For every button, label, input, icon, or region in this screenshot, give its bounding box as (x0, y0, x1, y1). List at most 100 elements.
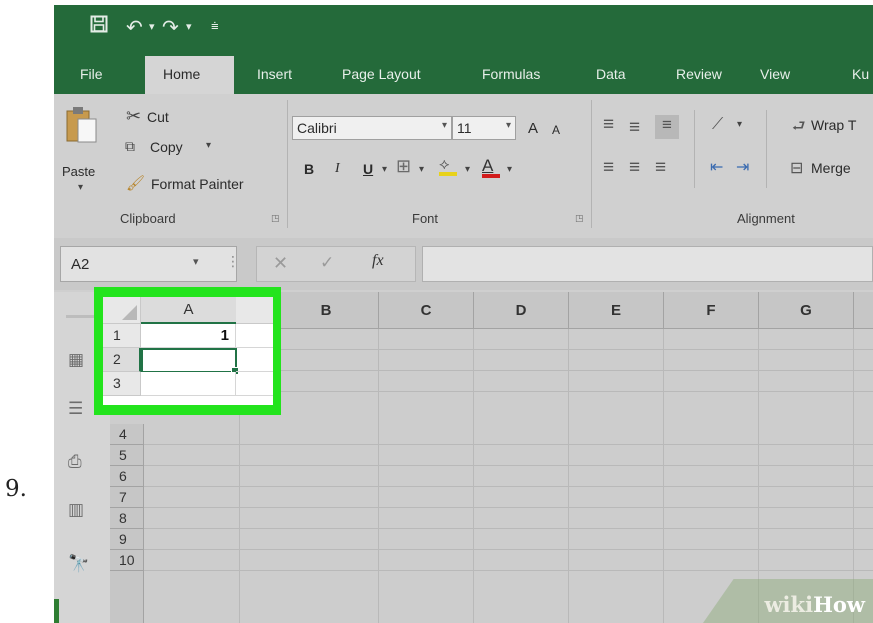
table-icon[interactable]: ▦ (68, 350, 84, 370)
tab-insert[interactable]: Insert (257, 66, 292, 82)
row-header-2[interactable]: 2 (103, 348, 141, 372)
row-header-4[interactable]: 4 (110, 424, 144, 445)
column-header-a[interactable]: A (141, 297, 236, 324)
merge-center-button[interactable]: Merge (811, 160, 851, 176)
cell-b3[interactable] (236, 372, 273, 396)
increase-font-button[interactable]: A (528, 120, 538, 137)
format-painter-icon[interactable]: 🖌 (126, 174, 145, 192)
column-header-c[interactable]: C (379, 292, 474, 329)
row-header-10[interactable]: 10 (110, 550, 144, 571)
list-icon[interactable]: ☰ (68, 399, 83, 419)
tab-data[interactable]: Data (596, 66, 626, 82)
borders-dropdown-icon[interactable]: ▾ (419, 164, 424, 175)
column-header-b[interactable]: B (274, 292, 379, 329)
borders-icon[interactable]: ⊞ (396, 156, 411, 177)
column-header-d[interactable]: D (474, 292, 569, 329)
select-all-corner[interactable] (103, 297, 141, 324)
decrease-font-button[interactable]: A (552, 123, 560, 137)
increase-indent-icon[interactable]: ⇥ (736, 157, 749, 177)
tab-home[interactable]: Home (145, 56, 234, 94)
name-box-dropdown-icon[interactable]: ▾ (193, 255, 199, 268)
font-color-icon[interactable]: A (482, 156, 500, 178)
row-header-filler (110, 571, 144, 623)
tab-ku[interactable]: Ku (852, 66, 869, 82)
font-name-value: Calibri (297, 120, 337, 136)
copy-icon[interactable]: ⧉ (125, 138, 135, 155)
redo-dropdown-icon[interactable]: ▾ (186, 20, 192, 33)
clipboard-launcher-icon[interactable]: ◳ (271, 214, 280, 224)
row-header-1[interactable]: 1 (103, 324, 141, 348)
cell-b1[interactable] (236, 324, 273, 348)
insert-function-icon[interactable]: fx (372, 252, 384, 270)
font-size-select[interactable]: 11 ▾ (452, 116, 516, 140)
align-top-icon[interactable]: ≡ (603, 114, 614, 136)
column-header-g[interactable]: G (759, 292, 854, 329)
formula-input[interactable] (422, 246, 873, 282)
status-accent-bar (54, 599, 59, 623)
underline-button[interactable]: U (363, 161, 373, 177)
row-header-5[interactable]: 5 (110, 445, 144, 466)
align-right-icon[interactable]: ≡ (655, 157, 666, 179)
cell-a3[interactable] (141, 372, 236, 396)
wrap-text-button[interactable]: Wrap T (811, 117, 856, 133)
cell-b2[interactable] (236, 348, 273, 372)
paste-icon[interactable] (66, 106, 98, 144)
fill-color-icon[interactable]: ⟡ (439, 156, 457, 176)
print-icon[interactable]: ⎙ (68, 452, 82, 472)
row-header-6[interactable]: 6 (110, 466, 144, 487)
save-icon[interactable] (90, 15, 108, 38)
gridline (853, 329, 854, 623)
tab-page-layout[interactable]: Page Layout (342, 66, 421, 82)
align-center-icon[interactable]: ≡ (629, 157, 640, 179)
row-header-9[interactable]: 9 (110, 529, 144, 550)
wrap-text-icon[interactable]: ⮐ (792, 116, 806, 141)
name-box[interactable]: A2 ▾ ⋮ (60, 246, 240, 282)
undo-icon[interactable]: ↶ (126, 15, 143, 39)
undo-dropdown-icon[interactable]: ▾ (149, 20, 155, 33)
redo-icon[interactable]: ↷ (162, 15, 179, 39)
enter-entry-icon[interactable]: ✓ (320, 253, 334, 273)
tab-review[interactable]: Review (676, 66, 722, 82)
alignment-group-label: Alignment (737, 211, 795, 226)
row-header-8[interactable]: 8 (110, 508, 144, 529)
cell-a1[interactable]: 1 (141, 324, 236, 348)
tab-formulas[interactable]: Formulas (482, 66, 540, 82)
gridline (144, 507, 873, 508)
copy-button[interactable]: Copy (150, 139, 183, 155)
decrease-indent-icon[interactable]: ⇤ (710, 157, 723, 177)
merge-icon[interactable]: ⊟ (790, 158, 803, 178)
font-name-select[interactable]: Calibri ▾ (292, 116, 452, 140)
cut-button[interactable]: Cut (147, 109, 169, 125)
format-painter-button[interactable]: Format Painter (151, 176, 244, 192)
cancel-entry-icon[interactable]: ✕ (273, 253, 288, 274)
tab-file[interactable]: File (80, 66, 103, 82)
align-left-icon[interactable]: ≡ (603, 157, 614, 179)
underline-dropdown-icon[interactable]: ▾ (382, 164, 387, 175)
binoculars-icon[interactable]: 🔭 (68, 554, 89, 574)
customize-qat-icon[interactable]: ⩧ (211, 19, 219, 34)
align-middle-icon[interactable]: ≡ (629, 117, 640, 139)
column-header-f[interactable]: F (664, 292, 759, 329)
scissors-icon[interactable]: ✂ (126, 106, 141, 127)
row-header-7[interactable]: 7 (110, 487, 144, 508)
column-header-e[interactable]: E (569, 292, 664, 329)
orientation-dropdown-icon[interactable]: ▾ (737, 119, 742, 130)
cell-a2[interactable] (141, 348, 239, 375)
align-bottom-icon[interactable]: ≡ (655, 115, 679, 139)
bold-button[interactable]: B (304, 161, 314, 177)
column-header-h[interactable]: H (854, 292, 873, 329)
formula-bar-grip-icon: ⋮ (226, 254, 240, 270)
ribbon-separator (766, 110, 767, 188)
fill-color-dropdown-icon[interactable]: ▾ (465, 164, 470, 175)
copy-dropdown-icon[interactable]: ▾ (206, 140, 211, 151)
paste-dropdown-icon[interactable]: ▾ (78, 182, 83, 193)
font-color-dropdown-icon[interactable]: ▾ (507, 164, 512, 175)
font-launcher-icon[interactable]: ◳ (575, 214, 584, 224)
book-icon[interactable]: ▥ (68, 500, 84, 520)
tab-view[interactable]: View (760, 66, 790, 82)
gridline (568, 329, 569, 623)
row-header-3[interactable]: 3 (103, 372, 141, 396)
paste-button[interactable]: Paste (62, 164, 95, 179)
italic-button[interactable]: I (335, 161, 340, 177)
orientation-icon[interactable]: ⟋ (712, 116, 723, 134)
